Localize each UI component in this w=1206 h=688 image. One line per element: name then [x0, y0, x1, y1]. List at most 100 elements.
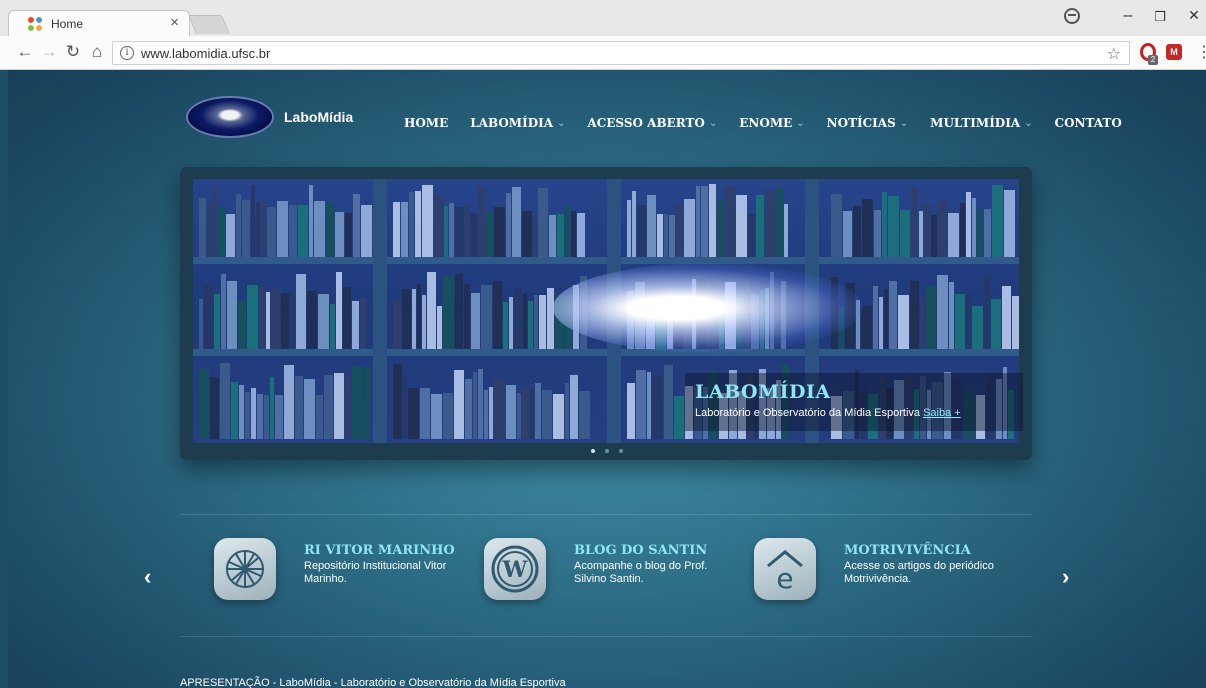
forward-icon[interactable]: →: [38, 42, 60, 62]
wordpress-icon: W: [484, 538, 546, 600]
book: [664, 365, 673, 439]
book: [664, 214, 668, 257]
book: [717, 199, 724, 257]
book: [361, 205, 372, 257]
slider-dot[interactable]: [605, 449, 609, 453]
new-tab-button[interactable]: [188, 15, 230, 34]
book: [542, 389, 552, 439]
joomla-icon: [28, 17, 42, 31]
menu-item-acesso-aberto[interactable]: ACESSO ABERTO ⌄: [587, 116, 717, 130]
menu-item-contato[interactable]: CONTATO: [1055, 116, 1122, 130]
book: [345, 374, 351, 439]
restore-icon[interactable]: ❐: [1150, 9, 1170, 25]
book: [669, 215, 675, 257]
slider-dot[interactable]: [619, 449, 623, 453]
address-bar[interactable]: i www.labomidia.ufsc.br ☆: [112, 41, 1130, 65]
shelf-post: [373, 179, 387, 443]
book: [652, 375, 663, 439]
book: [570, 375, 578, 439]
feature-blog-do-santin[interactable]: W BLOG DO SANTIN Acompanhe o blog do Pro…: [484, 538, 734, 600]
browser-menu-icon[interactable]: ⋮: [1196, 42, 1206, 62]
book: [776, 186, 783, 257]
mega-extension-icon[interactable]: M: [1166, 44, 1182, 60]
shelf: [193, 349, 1019, 356]
chevron-down-icon: ⌄: [1024, 117, 1033, 129]
book: [247, 284, 258, 349]
slider-dot[interactable]: [591, 449, 595, 453]
browser-tab[interactable]: Home ×: [8, 10, 190, 36]
book: [627, 200, 631, 257]
minimize-icon[interactable]: –: [1118, 7, 1138, 25]
book: [218, 206, 225, 257]
site-logo-icon[interactable]: [188, 98, 272, 136]
book: [330, 304, 335, 349]
book: [290, 292, 295, 349]
book: [494, 207, 505, 257]
saiba-mais-link[interactable]: Saiba +: [923, 407, 961, 419]
book: [227, 281, 237, 349]
menu-item-label: HOME: [404, 116, 449, 130]
book: [417, 284, 421, 349]
book: [884, 288, 888, 349]
book: [949, 282, 954, 349]
book: [284, 364, 294, 439]
menu-item-enome[interactable]: ENOME ⌄: [739, 116, 804, 130]
menu-item-multimídia[interactable]: MULTIMÍDIA ⌄: [930, 116, 1032, 130]
book: [696, 186, 700, 257]
url-text[interactable]: www.labomidia.ufsc.br: [141, 46, 270, 61]
menu-item-notícias[interactable]: NOTÍCIAS ⌄: [827, 116, 909, 130]
book: [577, 213, 585, 257]
book: [972, 306, 983, 349]
book: [335, 211, 344, 257]
book: [443, 392, 453, 439]
book: [454, 369, 464, 439]
book: [984, 208, 991, 257]
book: [431, 393, 442, 439]
menu-item-labomídia[interactable]: LABOMÍDIA ⌄: [470, 116, 565, 130]
tab-bar: Home × – ❐ ✕: [0, 0, 1206, 36]
book: [473, 372, 477, 439]
reload-icon[interactable]: ↻: [62, 42, 84, 62]
book: [523, 293, 527, 349]
book: [264, 394, 269, 439]
book: [931, 215, 937, 257]
book: [289, 205, 297, 257]
tab-title: Home: [51, 17, 84, 31]
book: [470, 213, 477, 257]
book: [422, 295, 426, 349]
book: [533, 215, 537, 257]
book: [465, 378, 472, 439]
window-close-icon[interactable]: ✕: [1184, 7, 1204, 24]
bookmark-star-icon[interactable]: ☆: [1107, 44, 1121, 64]
close-tab-icon[interactable]: ×: [170, 14, 179, 31]
carousel-prev-arrow[interactable]: ‹: [144, 564, 151, 590]
book: [266, 292, 270, 349]
profile-icon[interactable]: [1064, 8, 1080, 24]
book: [861, 305, 872, 349]
book: [900, 210, 910, 257]
info-icon[interactable]: i: [120, 46, 134, 60]
home-icon[interactable]: ⌂: [86, 42, 108, 62]
book: [449, 203, 454, 257]
book: [736, 195, 747, 257]
book: [471, 293, 480, 349]
menu-item-home[interactable]: HOME: [404, 116, 448, 130]
menu-item-label: ACESSO ABERTO: [587, 116, 705, 130]
site-logo-text[interactable]: LaboMídia: [284, 109, 353, 125]
chevron-down-icon: ⌄: [899, 117, 909, 129]
chevron-down-icon: ⌄: [557, 117, 566, 129]
book: [403, 375, 407, 439]
book: [220, 363, 230, 439]
book: [684, 198, 695, 257]
book: [512, 187, 521, 257]
book: [415, 190, 421, 257]
book: [676, 203, 683, 257]
book: [534, 294, 538, 349]
carousel-next-arrow[interactable]: ›: [1062, 564, 1069, 590]
book: [992, 184, 1003, 257]
feature-ri-vitor-marinho[interactable]: RI VITOR MARINHO Repositório Institucion…: [214, 538, 464, 600]
book: [298, 204, 308, 257]
book: [539, 295, 546, 349]
feature-motrivivencia[interactable]: e MOTRIVIVÊNCIA Acesse os artigos do per…: [754, 538, 1004, 600]
back-icon[interactable]: ←: [14, 42, 36, 62]
